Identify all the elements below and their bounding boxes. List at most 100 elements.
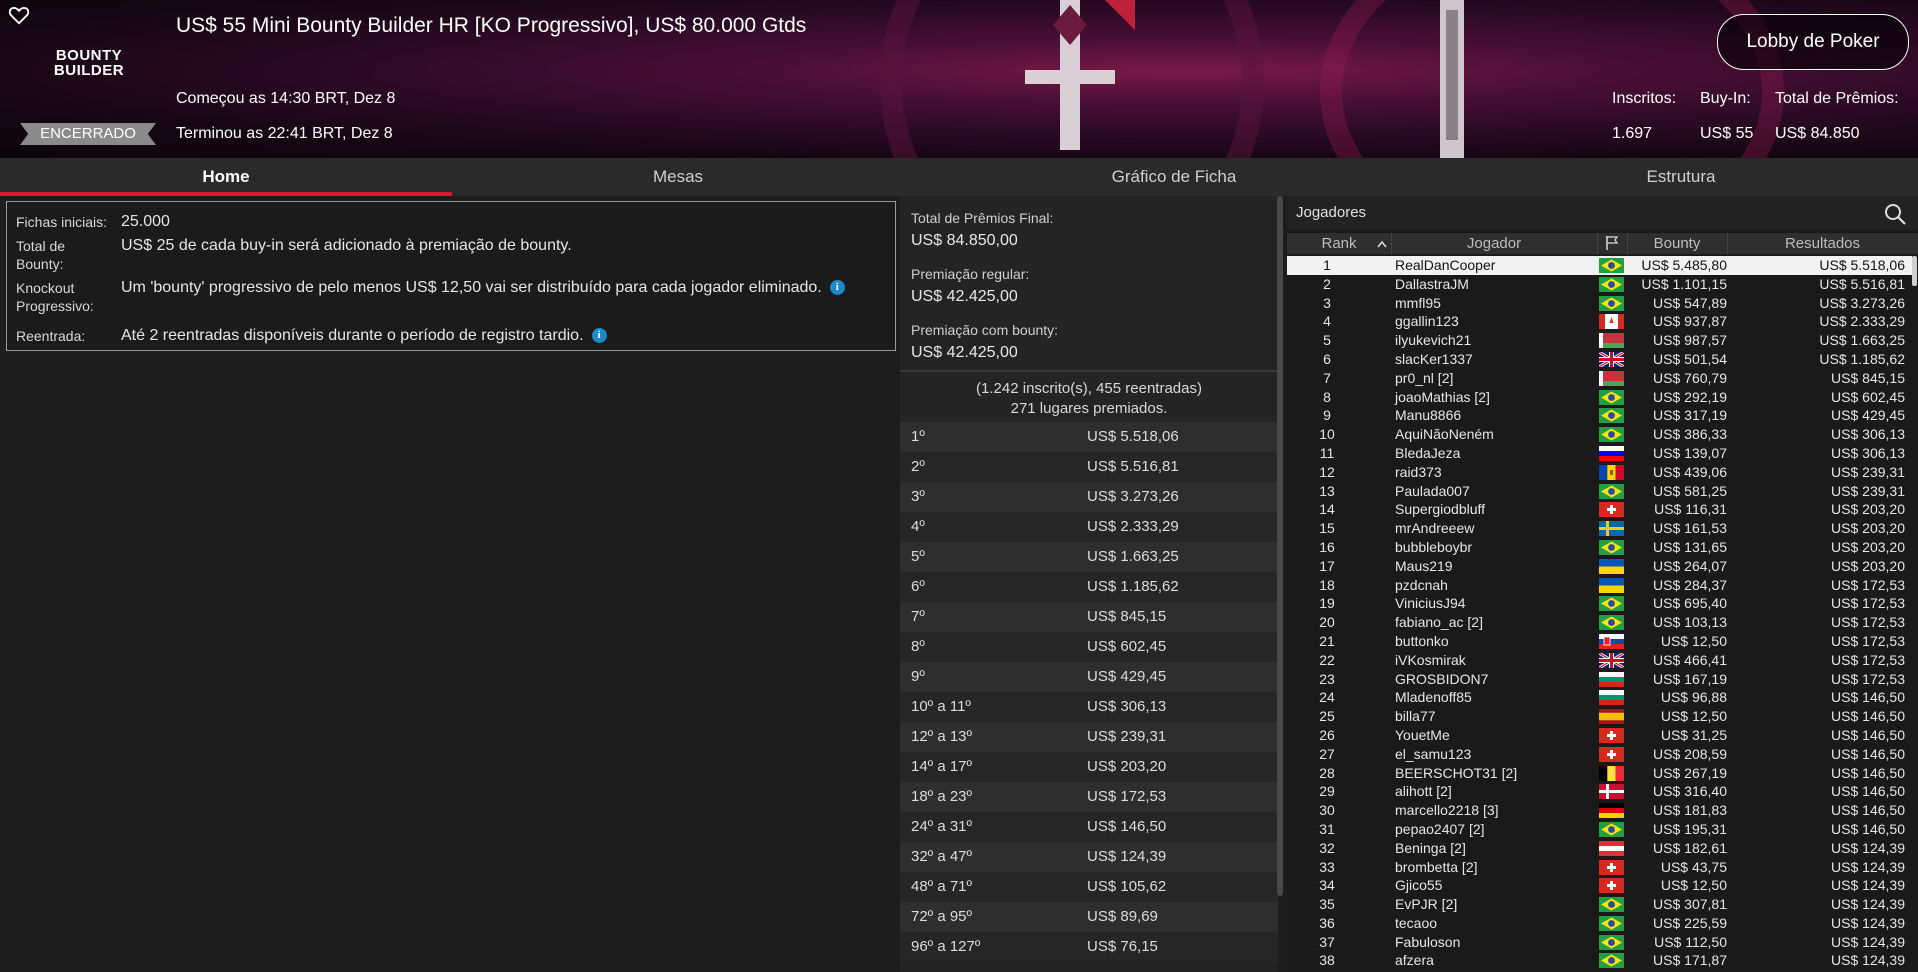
tab-chip-chart[interactable]: Gráfico de Ficha [904,158,1444,196]
player-row[interactable]: 17 Maus219 US$ 264,07 US$ 203,20 [1287,557,1912,576]
player-row[interactable]: 20 fabiano_ac [2] US$ 103,13 US$ 172,53 [1287,613,1912,632]
player-row[interactable]: 38 afzera US$ 171,87 US$ 124,39 [1287,951,1912,970]
player-row[interactable]: 10 AquiNãoNeném US$ 386,33 US$ 306,13 [1287,425,1912,444]
player-rank: 1 [1323,257,1331,273]
player-rank: 17 [1319,557,1335,574]
player-name: raid373 [1395,463,1442,480]
player-name: Gjico55 [1395,877,1443,894]
column-player[interactable]: Jogador [1391,233,1598,254]
player-row[interactable]: 21 buttonko US$ 12,50 US$ 172,53 [1287,632,1912,651]
player-name: Beninga [2] [1395,839,1466,856]
player-row[interactable]: 18 pzdcnah US$ 284,37 US$ 172,53 [1287,576,1912,595]
player-bounty: US$ 760,79 [1653,369,1727,386]
bounty-prize-value: US$ 42.425,00 [911,344,1018,361]
tab-home[interactable]: Home [0,158,452,196]
player-row[interactable]: 35 EvPJR [2] US$ 307,81 US$ 124,39 [1287,895,1912,914]
player-rank: 33 [1319,858,1335,875]
player-row[interactable]: 36 tecaoo US$ 225,59 US$ 124,39 [1287,914,1912,933]
prize-scrollbar[interactable] [1277,196,1283,896]
player-row[interactable]: 25 billa77 US$ 12,50 US$ 146,50 [1287,707,1912,726]
status-badge: ENCERRADO [20,123,156,145]
heart-outline-icon[interactable] [8,4,30,26]
player-row[interactable]: 8 joaoMathias [2] US$ 292,19 US$ 602,45 [1287,388,1912,407]
info-icon[interactable]: i [829,280,845,296]
poker-lobby-button[interactable]: Lobby de Poker [1717,14,1909,70]
player-row[interactable]: 6 slacKer1337 US$ 501,54 US$ 1.185,62 [1287,350,1912,369]
player-row[interactable]: 15 mrAndreeew US$ 161,53 US$ 203,20 [1287,519,1912,538]
player-rank: 30 [1319,802,1335,819]
player-bounty: US$ 112,50 [1654,933,1727,950]
player-name: Paulada007 [1395,482,1470,499]
player-row[interactable]: 37 Fabuloson US$ 112,50 US$ 124,39 [1287,933,1912,952]
player-result: US$ 172,53 [1831,651,1905,668]
player-row[interactable]: 11 BledaJeza US$ 139,07 US$ 306,13 [1287,444,1912,463]
player-row[interactable]: 31 pepao2407 [2] US$ 195,31 US$ 146,50 [1287,820,1912,839]
player-row[interactable]: 5 ilyukevich21 US$ 987,57 US$ 1.663,25 [1287,331,1912,350]
tournament-header: BOUNTY BUILDER ENCERRADO US$ 55 Mini Bou… [0,0,1918,158]
player-bounty: US$ 439,06 [1653,463,1727,480]
player-row[interactable]: 4 ggallin123 US$ 937,87 US$ 2.333,29 [1287,312,1912,331]
player-row[interactable]: 9 Manu8866 US$ 317,19 US$ 429,45 [1287,406,1912,425]
player-row[interactable]: 19 ViniciusJ94 US$ 695,40 US$ 172,53 [1287,594,1912,613]
player-row[interactable]: 27 el_samu123 US$ 208,59 US$ 146,50 [1287,745,1912,764]
column-results[interactable]: Resultados [1727,233,1918,254]
column-bounty[interactable]: Bounty [1627,233,1728,254]
player-row[interactable]: 29 alihott [2] US$ 316,40 US$ 146,50 [1287,782,1912,801]
info-icon[interactable]: i [591,328,607,344]
search-icon[interactable] [1883,202,1907,226]
player-row[interactable]: 16 bubbleboybr US$ 131,65 US$ 203,20 [1287,538,1912,557]
logo-line1: BOUNTY [55,47,123,64]
total-prize-final-value: US$ 84.850,00 [911,232,1018,249]
prize-list: 1º US$ 5.518,06 2º US$ 5.516,81 3º US$ 3.273,… [900,422,1278,962]
player-rank: 37 [1319,933,1335,950]
player-row[interactable]: 33 brombetta [2] US$ 43,75 US$ 124,39 [1287,858,1912,877]
player-rank: 23 [1319,670,1335,687]
player-row[interactable]: 24 Mladenoff85 US$ 96,88 US$ 146,50 [1287,688,1912,707]
player-result: US$ 172,53 [1831,614,1905,631]
player-row[interactable]: 1 RealDanCooper US$ 5.485,80 US$ 5.518,06 [1287,256,1912,275]
prize-amount: US$ 5.516,81 [1087,458,1179,475]
player-row[interactable]: 2 DallastraJM US$ 1.101,15 US$ 5.516,81 [1287,275,1912,294]
player-row[interactable]: 26 YouetMe US$ 31,25 US$ 146,50 [1287,726,1912,745]
player-row[interactable]: 3 mmfl95 US$ 547,89 US$ 3.273,26 [1287,294,1912,313]
prize-row: 72º a 95º US$ 89,69 [900,902,1278,932]
prize-row: 8º US$ 602,45 [900,632,1278,662]
player-row[interactable]: 7 pr0_nl [2] US$ 760,79 US$ 845,15 [1287,369,1912,388]
player-name: DallastraJM [1395,275,1469,292]
player-row[interactable]: 14 Supergiodbluff US$ 116,31 US$ 203,20 [1287,500,1912,519]
tab-tables[interactable]: Mesas [452,158,904,196]
divider [900,370,1278,372]
player-rank: 3 [1323,294,1331,311]
player-rank: 18 [1319,576,1335,593]
player-bounty: US$ 103,13 [1653,614,1727,631]
column-rank[interactable]: Rank [1287,233,1392,254]
player-result: US$ 124,39 [1831,952,1905,969]
player-bounty: US$ 695,40 [1653,595,1727,612]
player-row[interactable]: 30 marcello2218 [3] US$ 181,83 US$ 146,50 [1287,801,1912,820]
header-decoration [1440,0,1464,158]
player-row[interactable]: 23 GROSBIDON7 US$ 167,19 US$ 172,53 [1287,670,1912,689]
prize-position: 8º [911,638,925,655]
player-row[interactable]: 32 Beninga [2] US$ 182,61 US$ 124,39 [1287,839,1912,858]
player-result: US$ 124,39 [1831,896,1905,913]
player-bounty: US$ 937,87 [1653,313,1727,330]
prize-row: 12º a 13º US$ 239,31 [900,722,1278,752]
prize-row: 1º US$ 5.518,06 [900,422,1278,452]
players-scrollbar[interactable] [1912,256,1917,286]
bounty-prize-label: Premiação com bounty: [911,322,1059,338]
tab-structure[interactable]: Estrutura [1444,158,1918,196]
player-name: BledaJeza [1395,444,1461,461]
player-row[interactable]: 12 raid373 US$ 439,06 US$ 239,31 [1287,463,1912,482]
player-name: ggallin123 [1395,313,1459,330]
player-row[interactable]: 22 iVKosmirak US$ 466,41 US$ 172,53 [1287,651,1912,670]
player-rank: 13 [1319,482,1335,499]
player-bounty: US$ 581,25 [1653,482,1727,499]
player-bounty: US$ 264,07 [1653,557,1727,574]
player-bounty: US$ 12,50 [1660,877,1727,894]
player-result: US$ 146,50 [1831,783,1905,800]
logo-line2: BUILDER [53,62,125,79]
player-row[interactable]: 28 BEERSCHOT31 [2] US$ 267,19 US$ 146,50 [1287,764,1912,783]
player-row[interactable]: 34 Gjico55 US$ 12,50 US$ 124,39 [1287,876,1912,895]
column-country[interactable] [1597,233,1628,254]
player-row[interactable]: 13 Paulada007 US$ 581,25 US$ 239,31 [1287,482,1912,501]
